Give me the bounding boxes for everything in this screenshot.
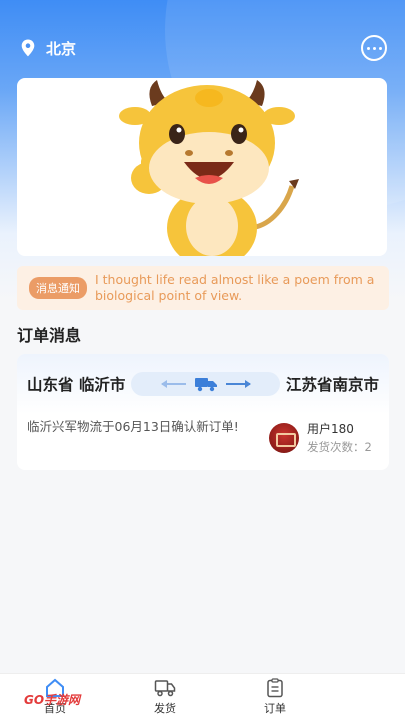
banner[interactable] bbox=[17, 78, 387, 256]
order-body: 临沂兴军物流于06月13日确认新订单! 用户180 发货次数：2 bbox=[17, 414, 389, 455]
truck-icon bbox=[194, 378, 217, 392]
ship-count: 发货次数：2 bbox=[307, 440, 372, 454]
arrow-right-icon bbox=[225, 380, 251, 388]
tab-label-orders: 订单 bbox=[264, 702, 286, 715]
order-card[interactable]: 山东省 临沂市 江苏省南京市 临沂兴军物流于06月13日确认新订单! 用户180… bbox=[17, 354, 389, 470]
order-message: 临沂兴军物流于06月13日确认新订单! bbox=[27, 419, 239, 434]
tab-ship[interactable]: 发货 bbox=[110, 674, 220, 720]
avatar bbox=[269, 422, 299, 453]
cow-mascot-image bbox=[119, 80, 299, 256]
chat-bubble-icon[interactable] bbox=[361, 35, 387, 61]
order-route: 山东省 临沂市 江苏省南京市 bbox=[17, 354, 389, 414]
user-name: 用户180 bbox=[307, 422, 354, 436]
clipboard-icon bbox=[267, 678, 283, 698]
watermark-logo: GO手游网 bbox=[24, 682, 110, 716]
city-label[interactable]: 北京 bbox=[46, 38, 76, 59]
watermark-text: GO手游网 bbox=[24, 692, 81, 707]
tab-label-ship: 发货 bbox=[154, 702, 176, 715]
tab-orders[interactable]: 订单 bbox=[220, 674, 330, 720]
route-destination: 江苏省南京市 bbox=[285, 376, 379, 394]
order-user: 用户180 发货次数：2 bbox=[269, 414, 379, 455]
section-title: 订单消息 bbox=[17, 326, 82, 345]
top-bar: 北京 bbox=[0, 30, 405, 66]
truck-icon bbox=[154, 680, 176, 697]
location-pin-icon[interactable] bbox=[18, 38, 38, 58]
route-origin: 山东省 临沂市 bbox=[27, 376, 126, 394]
arrow-left-icon bbox=[160, 380, 186, 388]
notice-text: I thought life read almost like a poem f… bbox=[95, 272, 375, 303]
notice-bar[interactable]: 消息通知 I thought life read almost like a p… bbox=[17, 266, 389, 310]
route-arrow bbox=[131, 372, 280, 396]
notice-tag: 消息通知 bbox=[29, 277, 87, 299]
